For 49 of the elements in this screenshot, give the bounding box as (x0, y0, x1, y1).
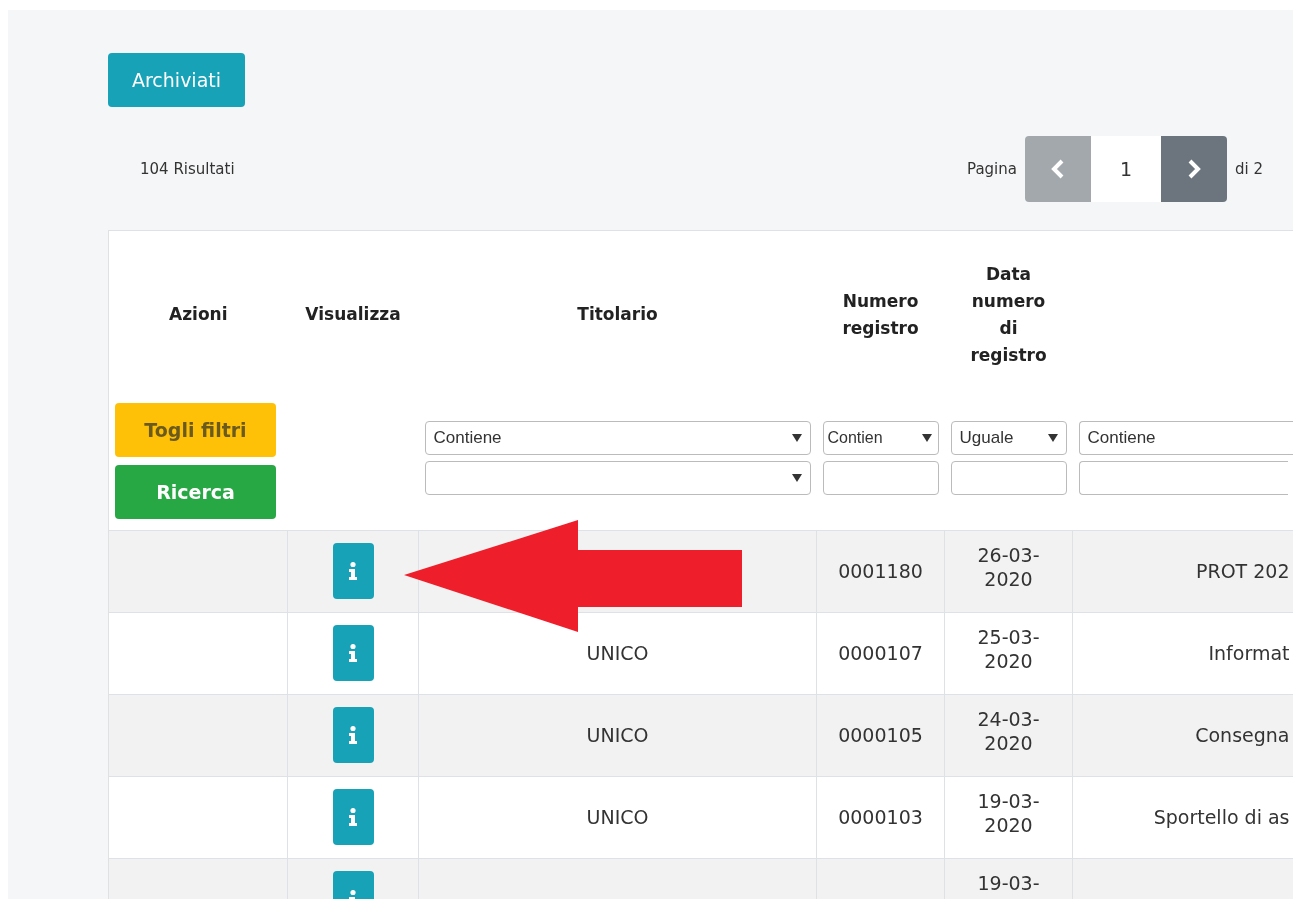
column-header: Titolario (577, 304, 658, 325)
column-header: Azioni (169, 304, 228, 325)
table-cell: UNICO (586, 642, 649, 664)
table-cell: 0000105 (838, 724, 923, 746)
operator-select[interactable]: Contien (822, 421, 939, 455)
operator-select[interactable]: Uguale (950, 421, 1067, 455)
caret-icon (1047, 434, 1058, 442)
table-cell: 25-03-2020 (977, 624, 1040, 674)
table-cell: PROT 202 (1195, 560, 1290, 582)
info-button[interactable] (332, 789, 374, 845)
column-header: Numero registro (842, 290, 919, 338)
column-header: Data numero di registro (970, 263, 1047, 366)
filter-input[interactable] (950, 461, 1067, 495)
info-icon (347, 725, 359, 745)
table-cell: UNICO (586, 806, 649, 828)
clear-filters-button[interactable]: Togli filtri (115, 403, 276, 457)
page-total: di 2 (1234, 159, 1264, 178)
table-cell: 0000107 (838, 642, 923, 664)
table-cell: 0000103 (838, 806, 923, 828)
table-cell: 26-03-2020 (977, 542, 1040, 592)
page-label: Pagina (966, 159, 1018, 178)
info-icon (347, 561, 359, 581)
operator-select[interactable]: Contiene (424, 421, 811, 455)
table-cell: 19-03-2020 (977, 788, 1040, 838)
table-cell: Consegna (1195, 724, 1290, 746)
info-icon (347, 643, 359, 663)
column-header: Visualizza (305, 304, 401, 325)
table-cell: Sportello di as (1153, 806, 1290, 828)
info-button[interactable] (332, 543, 374, 599)
table-cell: 24-03-2020 (977, 706, 1040, 756)
chevron-right-icon (1186, 157, 1202, 180)
page-field[interactable]: 1 (1091, 135, 1161, 202)
filter-input[interactable] (822, 461, 939, 495)
table-cell: Informat (1208, 642, 1290, 664)
operator-select[interactable]: Contiene (1078, 421, 1293, 455)
info-button[interactable] (332, 625, 374, 681)
next-page-button[interactable] (1161, 135, 1227, 202)
table-cell: 19-03- (977, 870, 1040, 896)
chevron-left-icon (1050, 157, 1066, 180)
filter-select[interactable] (424, 461, 811, 495)
info-button[interactable] (332, 707, 374, 763)
results-count: 104 Risultati (140, 159, 235, 178)
table-cell: UNICO (586, 724, 649, 746)
caret-icon (791, 474, 802, 482)
table-cell: 0001180 (838, 560, 923, 582)
caret-icon (791, 434, 802, 442)
caret-icon (921, 434, 932, 442)
info-icon (347, 807, 359, 827)
filter-input[interactable] (1078, 461, 1288, 495)
